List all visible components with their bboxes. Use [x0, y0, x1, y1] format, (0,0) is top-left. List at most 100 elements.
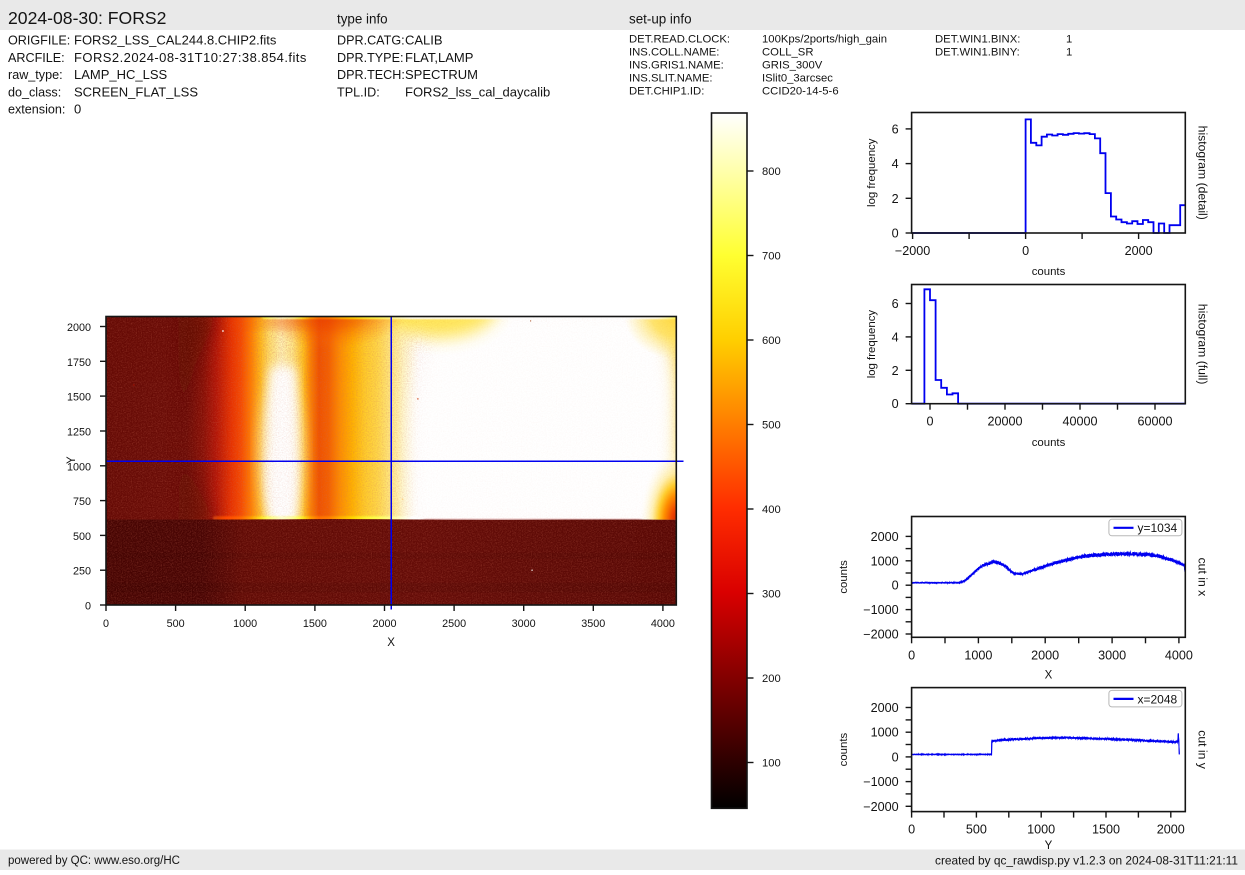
svg-text:0: 0 [103, 618, 109, 630]
svg-text:0: 0 [85, 601, 91, 613]
svg-text:4: 4 [892, 330, 899, 344]
svg-text:cut in x: cut in x [1196, 558, 1210, 597]
svg-text:−1000: −1000 [863, 603, 898, 617]
svg-text:created by qc_rawdisp.py v1.2.: created by qc_rawdisp.py v1.2.3 on 2024-… [935, 854, 1238, 868]
svg-text:600: 600 [762, 335, 781, 347]
svg-text:2000: 2000 [1125, 244, 1153, 258]
svg-text:counts: counts [1032, 437, 1066, 449]
svg-text:COLL_SR: COLL_SR [762, 47, 814, 59]
svg-text:2024-08-30: FORS2: 2024-08-30: FORS2 [8, 8, 166, 28]
svg-text:counts: counts [838, 560, 850, 594]
svg-text:FORS2.2024-08-31T10:27:38.854.: FORS2.2024-08-31T10:27:38.854.fits [74, 50, 307, 65]
svg-text:raw_type:: raw_type: [8, 68, 63, 82]
svg-text:1: 1 [1066, 47, 1072, 59]
svg-text:200: 200 [762, 673, 781, 685]
svg-text:6: 6 [892, 122, 899, 136]
svg-text:INS.GRIS1.NAME:: INS.GRIS1.NAME: [629, 60, 724, 72]
svg-text:SCREEN_FLAT_LSS: SCREEN_FLAT_LSS [74, 84, 198, 99]
svg-text:500: 500 [762, 420, 781, 432]
svg-text:1250: 1250 [67, 427, 91, 439]
svg-text:0: 0 [908, 648, 915, 662]
svg-text:ISlit0_3arcsec: ISlit0_3arcsec [762, 73, 833, 85]
svg-text:700: 700 [762, 251, 781, 263]
svg-text:2000: 2000 [871, 530, 899, 544]
svg-text:−2000: −2000 [863, 628, 898, 642]
svg-text:Y: Y [1045, 840, 1053, 852]
svg-text:FORS2_LSS_CAL244.8.CHIP2.fits: FORS2_LSS_CAL244.8.CHIP2.fits [74, 33, 277, 48]
svg-text:500: 500 [167, 618, 185, 630]
svg-text:0: 0 [892, 750, 899, 764]
svg-text:4: 4 [892, 157, 899, 171]
svg-text:−1000: −1000 [863, 775, 898, 789]
svg-text:X: X [387, 637, 395, 649]
svg-text:100Kps/2ports/high_gain: 100Kps/2ports/high_gain [762, 34, 887, 46]
svg-text:counts: counts [838, 733, 850, 767]
svg-text:extension:: extension: [8, 103, 65, 117]
svg-text:LAMP_HC_LSS: LAMP_HC_LSS [74, 67, 168, 82]
svg-text:ARCFILE:: ARCFILE: [8, 51, 65, 65]
svg-text:1750: 1750 [67, 357, 91, 369]
svg-text:DPR.TYPE:: DPR.TYPE: [337, 51, 403, 65]
svg-text:1000: 1000 [871, 726, 899, 740]
svg-text:Y: Y [66, 456, 78, 464]
svg-text:4000: 4000 [651, 618, 675, 630]
svg-text:histogram (full): histogram (full) [1196, 304, 1210, 385]
svg-text:1000: 1000 [871, 554, 899, 568]
svg-text:4000: 4000 [1165, 648, 1193, 662]
svg-text:−2000: −2000 [863, 800, 898, 814]
svg-text:1500: 1500 [67, 392, 91, 404]
svg-text:0: 0 [1022, 244, 1029, 258]
svg-text:INS.COLL.NAME:: INS.COLL.NAME: [629, 47, 719, 59]
svg-text:250: 250 [73, 566, 91, 578]
svg-text:TPL.ID:: TPL.ID: [337, 85, 380, 99]
svg-text:2000: 2000 [1031, 648, 1059, 662]
svg-text:800: 800 [762, 166, 781, 178]
svg-text:0: 0 [74, 102, 81, 117]
svg-text:40000: 40000 [1062, 415, 1097, 429]
svg-text:counts: counts [1032, 266, 1066, 278]
svg-text:1500: 1500 [1092, 823, 1120, 837]
svg-text:400: 400 [762, 504, 781, 516]
svg-text:histogram (detail): histogram (detail) [1195, 126, 1209, 220]
svg-text:X: X [1045, 670, 1053, 682]
svg-text:GRIS_300V: GRIS_300V [762, 60, 823, 72]
svg-text:3500: 3500 [581, 618, 605, 630]
svg-text:0: 0 [892, 397, 899, 411]
svg-text:300: 300 [762, 589, 781, 601]
svg-text:log frequency: log frequency [866, 310, 878, 379]
svg-text:1500: 1500 [303, 618, 327, 630]
svg-text:log frequency: log frequency [866, 138, 878, 207]
svg-text:−2000: −2000 [895, 244, 930, 258]
svg-text:CCID20-14-5-6: CCID20-14-5-6 [762, 86, 839, 98]
svg-text:INS.SLIT.NAME:: INS.SLIT.NAME: [629, 73, 713, 85]
svg-text:FORS2_lss_cal_daycalib: FORS2_lss_cal_daycalib [405, 84, 550, 99]
svg-text:ORIGFILE:: ORIGFILE: [8, 34, 70, 48]
svg-text:1000: 1000 [964, 648, 992, 662]
svg-text:powered by QC: www.eso.org/HC: powered by QC: www.eso.org/HC [8, 855, 180, 867]
svg-text:DPR.TECH:: DPR.TECH: [337, 68, 405, 82]
svg-text:do_class:: do_class: [8, 85, 61, 99]
svg-text:y=1034: y=1034 [1138, 521, 1178, 535]
svg-text:2000: 2000 [871, 701, 899, 715]
svg-text:3000: 3000 [1098, 648, 1126, 662]
svg-text:500: 500 [966, 823, 987, 837]
svg-text:DET.READ.CLOCK:: DET.READ.CLOCK: [629, 34, 730, 46]
svg-text:750: 750 [73, 496, 91, 508]
svg-text:DPR.CATG:: DPR.CATG: [337, 34, 405, 48]
svg-text:60000: 60000 [1137, 415, 1172, 429]
svg-text:DET.WIN1.BINY:: DET.WIN1.BINY: [935, 47, 1020, 59]
svg-text:0: 0 [926, 415, 933, 429]
svg-text:CALIB: CALIB [405, 33, 443, 48]
svg-text:2: 2 [892, 192, 899, 206]
svg-text:0: 0 [908, 823, 915, 837]
svg-text:2500: 2500 [442, 618, 466, 630]
svg-text:DET.CHIP1.ID:: DET.CHIP1.ID: [629, 86, 704, 98]
svg-text:cut in y: cut in y [1196, 730, 1210, 770]
svg-text:DET.WIN1.BINX:: DET.WIN1.BINX: [935, 34, 1020, 46]
svg-text:1: 1 [1066, 34, 1072, 46]
svg-text:0: 0 [892, 227, 899, 241]
svg-text:2000: 2000 [67, 322, 91, 334]
svg-text:1000: 1000 [233, 618, 257, 630]
svg-text:3000: 3000 [512, 618, 536, 630]
svg-text:SPECTRUM: SPECTRUM [405, 67, 478, 82]
